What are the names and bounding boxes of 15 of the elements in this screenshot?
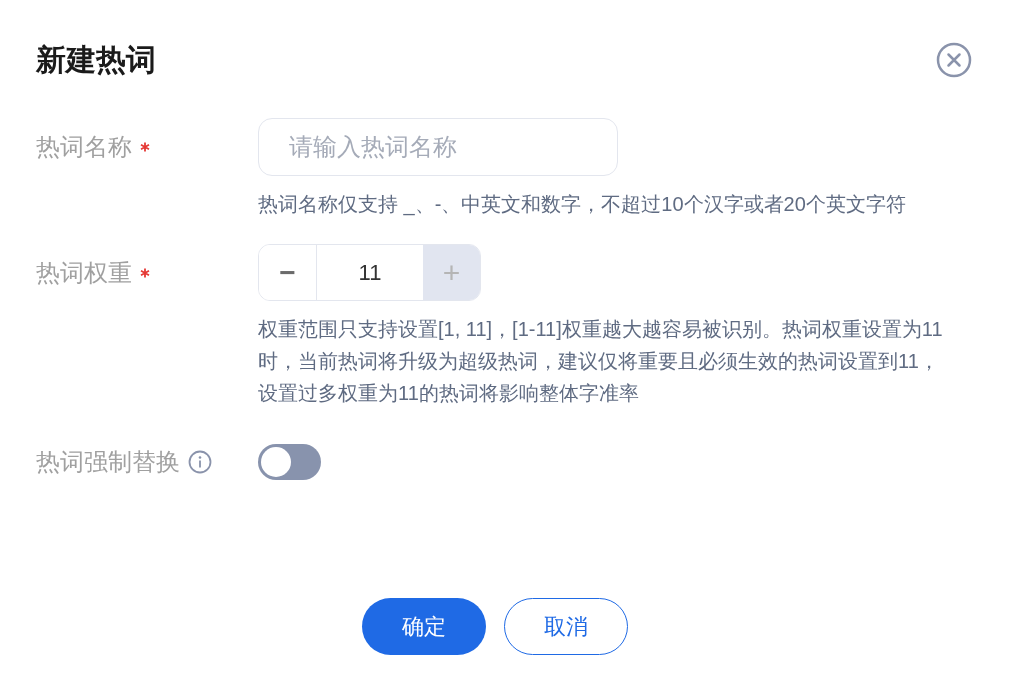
- confirm-button[interactable]: 确定: [362, 598, 486, 655]
- close-icon[interactable]: [936, 42, 972, 78]
- hint-text: 热词名称仅支持 _、-、中英文和数字，不超过10个汉字或者20个英文字符: [258, 192, 907, 218]
- field-label: 热词权重: [36, 258, 132, 288]
- toggle-switch[interactable]: [258, 444, 321, 480]
- field-label: 热词名称: [36, 132, 132, 162]
- dialog-title: 新建热词: [36, 42, 156, 78]
- field-label: 热词强制替换: [36, 447, 180, 477]
- number-stepper[interactable]: − 11 +: [258, 244, 481, 301]
- input-field[interactable]: 请输入热词名称: [258, 118, 618, 176]
- hint-text: 权重范围只支持设置[1, 11]，[1-11]权重越大越容易被识别。热词权重设置为11时，当前热词将升级为超级热词，建议仅将重要且必须生效的热词设置到11，设置过多权重为11的热词将影响整体字准率: [258, 317, 944, 406]
- stepper-value: 11: [357, 259, 383, 287]
- decrement-button[interactable]: −: [259, 245, 317, 300]
- info-icon[interactable]: [188, 450, 212, 474]
- cancel-button[interactable]: 取消: [504, 598, 628, 655]
